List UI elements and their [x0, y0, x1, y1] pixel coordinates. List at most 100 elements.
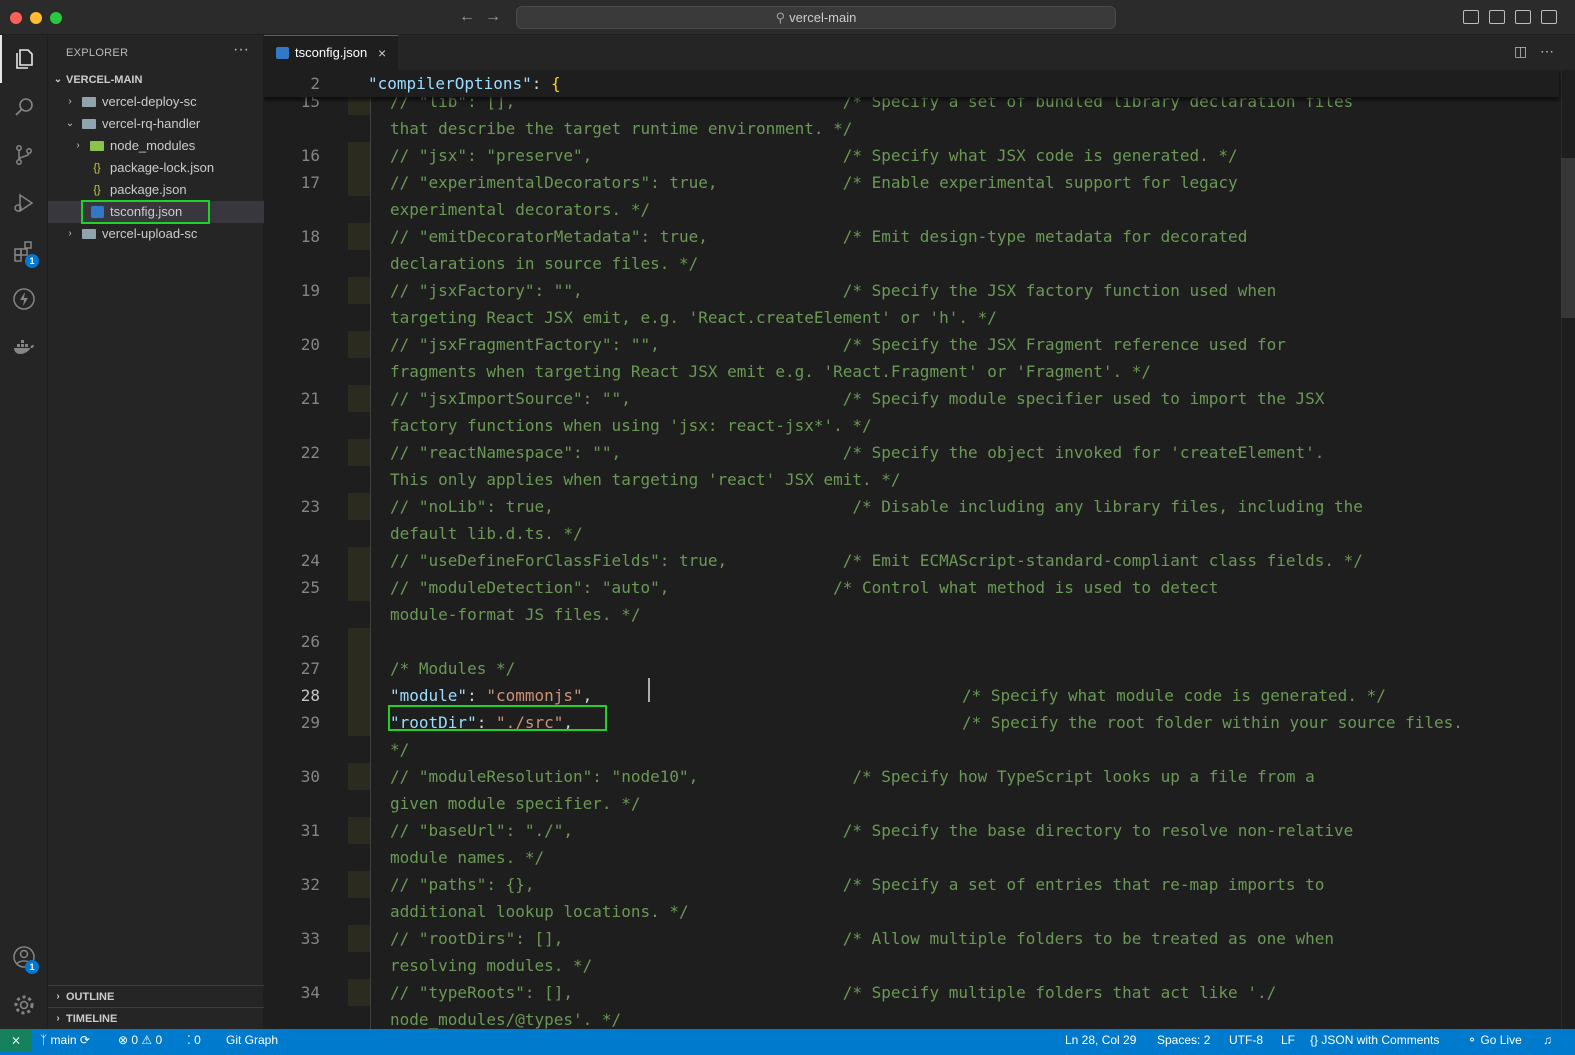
vertical-scrollbar[interactable]	[1561, 70, 1575, 1029]
line-number: 22	[300, 443, 320, 462]
notifications-bell-icon[interactable]: ♫	[1543, 1029, 1552, 1051]
outline-section[interactable]: › OUTLINE	[48, 985, 264, 1007]
cursor-position[interactable]: Ln 28, Col 29	[1065, 1029, 1136, 1051]
indent-marker	[348, 439, 370, 466]
code-line: // "baseUrl": "./", /* Specify the base …	[390, 821, 1354, 840]
sticky-scroll-header[interactable]: 2 "compilerOptions": {	[264, 70, 1559, 97]
tab-tsconfig-json[interactable]: tsconfig.json ×	[264, 35, 398, 70]
line-number: 31	[300, 821, 320, 840]
language-mode[interactable]: {} JSON with Comments	[1310, 1029, 1439, 1051]
branch-status[interactable]: ᛉ main ⟳	[40, 1029, 90, 1051]
indent-guide	[370, 358, 371, 385]
problems-status[interactable]: ⊗ 0 ⚠ 0	[118, 1029, 162, 1051]
line-number: 17	[300, 173, 320, 192]
indent-guide	[370, 142, 371, 169]
window-close-button[interactable]	[10, 12, 22, 24]
indent-guide	[370, 1006, 371, 1029]
thunder-client-icon[interactable]	[0, 275, 48, 323]
git-graph-button[interactable]: Git Graph	[226, 1029, 278, 1051]
code-editor[interactable]: 2 "compilerOptions": { 15// "lib": [], /…	[264, 70, 1575, 1029]
code-line: experimental decorators. */	[390, 200, 651, 219]
line-number: 16	[300, 146, 320, 165]
code-line: // "paths": {}, /* Specify a set of entr…	[390, 875, 1325, 894]
line-number: 34	[300, 983, 320, 1002]
extensions-icon[interactable]: 1	[0, 227, 48, 275]
indent-guide	[370, 439, 371, 466]
indent-marker	[348, 655, 370, 682]
tree-item-node-modules[interactable]: › node_modules	[48, 135, 264, 157]
command-center-search[interactable]: ⚲ vercel-main	[516, 6, 1116, 29]
line-number: 33	[300, 929, 320, 948]
indent-marker	[348, 574, 370, 601]
accounts-icon[interactable]: 1	[0, 933, 48, 981]
toggle-primary-sidebar-icon[interactable]	[1463, 10, 1479, 24]
code-line: // "jsxFactory": "", /* Specify the JSX …	[390, 281, 1277, 300]
split-editor-icon[interactable]: ◫	[1514, 43, 1527, 60]
indent-marker	[348, 871, 370, 898]
ports-status[interactable]: ⁚ 0	[187, 1029, 201, 1051]
explorer-icon[interactable]	[0, 35, 48, 83]
chevron-right-icon: ›	[76, 140, 80, 151]
toggle-panel-icon[interactable]	[1489, 10, 1505, 24]
more-actions-icon[interactable]: ⋯	[1540, 43, 1554, 60]
tree-item-package-lock-json[interactable]: {} package-lock.json	[48, 157, 264, 179]
window-maximize-button[interactable]	[50, 12, 62, 24]
back-arrow-icon[interactable]: ←	[457, 7, 477, 27]
indent-marker	[348, 979, 370, 1006]
window-minimize-button[interactable]	[30, 12, 42, 24]
indent-guide	[370, 331, 371, 358]
indent-marker	[348, 277, 370, 304]
code-line: This only applies when targeting 'react'…	[390, 470, 901, 489]
eol-status[interactable]: LF	[1281, 1029, 1295, 1051]
go-live-button[interactable]: ⚬ Go Live	[1467, 1029, 1522, 1051]
customize-layout-icon[interactable]	[1541, 10, 1557, 24]
tree-item-vercel-rq-handler[interactable]: ⌄ vercel-rq-handler	[48, 113, 264, 135]
indent-guide	[370, 925, 371, 952]
text-cursor	[648, 678, 650, 702]
status-bar: ⨯ ᛉ main ⟳ ⊗ 0 ⚠ 0 ⁚ 0 Git Graph Ln 28, …	[0, 1029, 1575, 1055]
docker-icon[interactable]	[0, 323, 48, 371]
indentation-status[interactable]: Spaces: 2	[1157, 1029, 1210, 1051]
scrollbar-thumb[interactable]	[1561, 158, 1575, 318]
workspace-root[interactable]: ⌄ VERCEL-MAIN	[48, 69, 264, 91]
indent-guide	[370, 898, 371, 925]
code-line: module names. */	[390, 848, 545, 867]
indent-guide	[370, 844, 371, 871]
indent-guide	[370, 871, 371, 898]
indent-guide	[370, 520, 371, 547]
indent-guide	[370, 493, 371, 520]
run-and-debug-icon[interactable]	[0, 179, 48, 227]
chevron-right-icon: ›	[68, 96, 72, 107]
close-icon[interactable]: ×	[378, 36, 386, 70]
highlight-box	[81, 200, 210, 224]
folder-icon	[82, 229, 96, 239]
timeline-section[interactable]: › TIMELINE	[48, 1007, 264, 1029]
indent-guide	[370, 736, 371, 763]
indent-guide	[370, 817, 371, 844]
json-file-icon: {}	[93, 162, 101, 174]
tsconfig-file-icon	[276, 47, 289, 59]
code-line: additional lookup locations. */	[390, 902, 689, 921]
code-line: resolving modules. */	[390, 956, 593, 975]
tree-item-label: vercel-deploy-sc	[102, 94, 197, 109]
indent-guide	[370, 250, 371, 277]
tree-item-package-json[interactable]: {} package.json	[48, 179, 264, 201]
encoding-status[interactable]: UTF-8	[1229, 1029, 1263, 1051]
remote-indicator-icon[interactable]: ⨯	[0, 1029, 32, 1051]
forward-arrow-icon[interactable]: →	[483, 7, 503, 27]
source-control-icon[interactable]	[0, 131, 48, 179]
indent-guide	[370, 466, 371, 493]
code-line: // "jsxFragmentFactory": "", /* Specify …	[390, 335, 1286, 354]
toggle-secondary-sidebar-icon[interactable]	[1515, 10, 1531, 24]
line-number: 24	[300, 551, 320, 570]
more-actions-icon[interactable]: ···	[233, 41, 249, 59]
tree-item-vercel-deploy-sc[interactable]: › vercel-deploy-sc	[48, 91, 264, 113]
tree-item-vercel-upload-sc[interactable]: › vercel-upload-sc	[48, 223, 264, 245]
code-line: given module specifier. */	[390, 794, 641, 813]
indent-marker	[348, 682, 370, 709]
tree-item-label: vercel-upload-sc	[102, 226, 198, 241]
folder-open-icon	[82, 119, 96, 129]
search-icon[interactable]	[0, 83, 48, 131]
indent-guide	[370, 385, 371, 412]
gear-icon[interactable]	[0, 981, 48, 1029]
